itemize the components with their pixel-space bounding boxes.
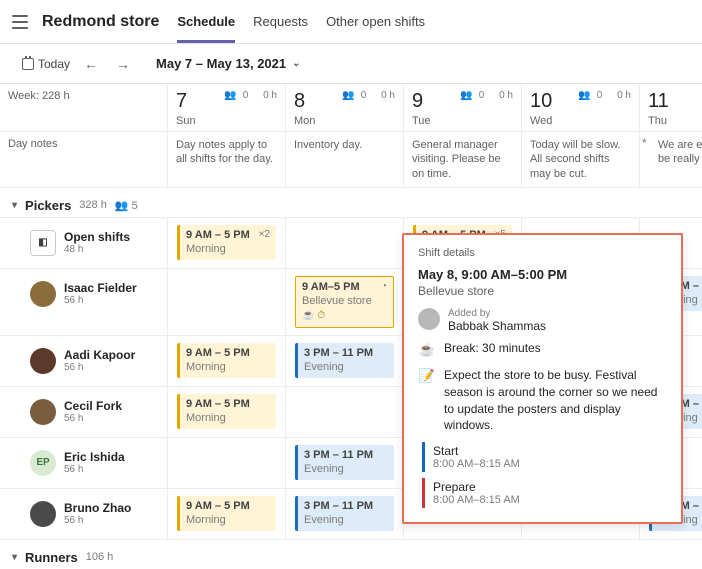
person-row-cecil[interactable]: Cecil Fork 56 h [0, 387, 168, 438]
shared-icon: ◔ [381, 281, 387, 294]
avatar [30, 399, 56, 425]
day-notes-label: Day notes [8, 138, 159, 150]
day-header-thu[interactable]: 11 Thu [640, 84, 702, 132]
shift-card[interactable]: 3 PM – 11 PM Evening [295, 343, 394, 379]
group-runners-header[interactable]: ▾ Runners 106 h [0, 540, 702, 569]
tab-other-open-shifts[interactable]: Other open shifts [326, 0, 425, 43]
person-row-aadi[interactable]: Aadi Kapoor 56 h [0, 336, 168, 387]
popover-location: Bellevue store [418, 284, 667, 298]
people-icon: 👥 [578, 90, 590, 101]
day-note-wed[interactable]: Today will be slow. All second shifts ma… [522, 132, 640, 188]
menu-icon[interactable] [12, 15, 28, 29]
shift-details-popover: Shift details May 8, 9:00 AM–5:00 PM Bel… [402, 233, 683, 524]
tab-schedule[interactable]: Schedule [177, 0, 235, 43]
people-icon: 👥 [342, 90, 354, 101]
popover-datetime: May 8, 9:00 AM–5:00 PM [418, 267, 667, 282]
shift-icons: ☕ ⏱ [302, 310, 387, 323]
chevron-down-icon: ▾ [12, 200, 17, 211]
week-hours-cell: Week: 228 h [0, 84, 168, 132]
person-row-bruno[interactable]: Bruno Zhao 56 h [0, 489, 168, 540]
day-note-tue[interactable]: General manager visiting. Please be on t… [404, 132, 522, 188]
shift-card[interactable]: 9 AM – 5 PM Morning [177, 394, 276, 430]
date-range-picker[interactable]: May 7 – May 13, 2021 ⌄ [156, 56, 300, 71]
day-header-mon[interactable]: 8 Mon 👥0 0 h [286, 84, 404, 132]
today-button[interactable]: Today [22, 57, 70, 71]
tabs: Schedule Requests Other open shifts [177, 0, 425, 43]
group-name: Runners [25, 550, 78, 565]
group-pickers-header[interactable]: ▾ Pickers 328 h 👥 5 [0, 188, 702, 218]
day-note-thu[interactable]: We are expecting be really busy. [640, 132, 702, 188]
day-header-sun[interactable]: 7 Sun 👥0 0 h [168, 84, 286, 132]
day-header-wed[interactable]: 10 Wed 👥0 0 h [522, 84, 640, 132]
added-by-name: Babbak Shammas [448, 319, 546, 333]
open-shift-mon[interactable] [286, 218, 404, 269]
people-icon: 👥 [224, 90, 236, 101]
activity-start: Start 8:00 AM–8:15 AM [422, 442, 667, 472]
coffee-icon: ☕ [418, 341, 436, 359]
shift-card[interactable]: 9 AM – 5 PM Morning [177, 496, 276, 532]
app-header: Redmond store Schedule Requests Other op… [0, 0, 702, 44]
chevron-down-icon: ⌄ [292, 58, 300, 69]
avatar: EP [30, 450, 56, 476]
shift-card[interactable]: 9 AM – 5 PM Morning ×2 [177, 225, 276, 261]
store-title: Redmond store [42, 13, 159, 31]
shift-card-selected[interactable]: 9 AM–5 PM Bellevue store ◔ ☕ ⏱ [295, 276, 394, 328]
people-icon: 👥 [115, 200, 129, 212]
person-row-eric[interactable]: EP Eric Ishida 56 h [0, 438, 168, 489]
day-notes-label-cell: Day notes [0, 132, 168, 188]
open-shifts-label: Open shifts [64, 230, 130, 244]
day-note-mon[interactable]: Inventory day. [286, 132, 404, 188]
chevron-down-icon: ▾ [12, 552, 17, 563]
day-header-tue[interactable]: 9 Tue 👥0 0 h [404, 84, 522, 132]
activity-prepare: Prepare 8:00 AM–8:15 AM [422, 478, 667, 508]
tab-requests[interactable]: Requests [253, 0, 308, 43]
shift-card[interactable]: 3 PM – 11 PM Evening [295, 496, 394, 532]
open-shift-sun[interactable]: 9 AM – 5 PM Morning ×2 [168, 218, 286, 269]
calendar-icon [22, 58, 34, 70]
shift-card[interactable]: 9 AM – 5 PM Morning [177, 343, 276, 379]
open-shift-icon: ◧ [30, 230, 56, 256]
avatar [30, 281, 56, 307]
prev-week-button[interactable]: ← [80, 54, 102, 74]
added-by-label: Added by [448, 308, 546, 319]
avatar [418, 308, 440, 330]
break-text: Break: 30 minutes [444, 341, 541, 355]
date-range-label: May 7 – May 13, 2021 [156, 56, 286, 71]
note-icon: 📝 [418, 367, 436, 385]
next-week-button[interactable]: → [112, 54, 134, 74]
week-hours: Week: 228 h [8, 90, 159, 102]
popover-heading: Shift details [418, 247, 667, 259]
shift-note: Expect the store to be busy. Festival se… [444, 367, 667, 434]
group-name: Pickers [25, 198, 71, 213]
avatar [30, 348, 56, 374]
day-note-sun[interactable]: Day notes apply to all shifts for the da… [168, 132, 286, 188]
avatar [30, 501, 56, 527]
open-shifts-cell: ◧ Open shifts 48 h [0, 218, 168, 269]
shift-card[interactable]: 3 PM – 11 PM Evening [295, 445, 394, 481]
today-label: Today [38, 57, 70, 71]
toolbar: Today ← → May 7 – May 13, 2021 ⌄ [0, 44, 702, 84]
people-icon: 👥 [460, 90, 472, 101]
person-row-isaac[interactable]: Isaac Fielder 56 h [0, 269, 168, 336]
